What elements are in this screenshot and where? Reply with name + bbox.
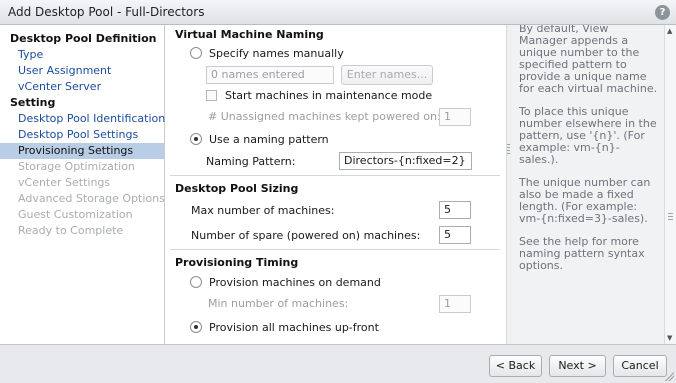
scroll-up-arrow-icon[interactable]: ▲ bbox=[667, 27, 672, 35]
sidebar-item-guest-customization: Guest Customization bbox=[18, 208, 133, 221]
unassigned-kept-on-label: # Unassigned machines kept powered on: bbox=[208, 110, 441, 123]
help-paragraph: See the help for more naming pattern syn… bbox=[519, 235, 645, 272]
maintenance-mode-checkbox[interactable] bbox=[206, 90, 217, 101]
sidebar-item-vcenter-server[interactable]: vCenter Server bbox=[0, 79, 164, 95]
cancel-button[interactable]: Cancel bbox=[613, 355, 667, 377]
sidebar-item-vcenter-settings: vCenter Settings bbox=[18, 176, 111, 189]
naming-pattern-input[interactable]: Directors-{n:fixed=2} bbox=[339, 152, 472, 170]
vm-naming-section-title: Virtual Machine Naming bbox=[175, 28, 324, 41]
use-naming-pattern-radio[interactable] bbox=[190, 133, 202, 145]
wizard-steps-sidebar: Desktop Pool Definition Type User Assign… bbox=[0, 25, 165, 344]
section-divider bbox=[170, 175, 500, 176]
provisioning-settings-form: Virtual Machine Naming Specify names man… bbox=[166, 25, 506, 344]
sidebar-item-desktop-pool-settings[interactable]: Desktop Pool Settings bbox=[0, 127, 164, 143]
max-machines-label: Max number of machines: bbox=[191, 204, 335, 217]
dialog-title: Add Desktop Pool - Full-Directors bbox=[8, 5, 205, 19]
provisioning-timing-section-title: Provisioning Timing bbox=[175, 256, 299, 269]
unassigned-kept-on-field[interactable]: 1 bbox=[439, 108, 471, 126]
scroll-down-arrow-icon[interactable]: ▼ bbox=[667, 334, 672, 342]
dialog-footer: < Back Next > Cancel bbox=[0, 344, 676, 383]
help-paragraph: To place this unique number elsewhere in… bbox=[519, 105, 657, 166]
max-machines-input[interactable]: 5 bbox=[439, 201, 471, 219]
provision-on-demand-label: Provision machines on demand bbox=[209, 276, 381, 289]
specify-names-manually-radio[interactable] bbox=[190, 47, 202, 59]
sidebar-item-user-assignment[interactable]: User Assignment bbox=[0, 63, 164, 79]
provision-upfront-radio[interactable] bbox=[190, 321, 202, 333]
use-naming-pattern-label: Use a naming pattern bbox=[209, 133, 329, 146]
sidebar-item-storage-optimization: Storage Optimization bbox=[18, 160, 135, 173]
sidebar-item-provisioning-settings[interactable]: Provisioning Settings bbox=[0, 143, 164, 159]
sidebar-item-desktop-pool-identification[interactable]: Desktop Pool Identification bbox=[0, 111, 165, 127]
resize-grip-icon[interactable] bbox=[664, 371, 674, 381]
provision-on-demand-radio[interactable] bbox=[190, 276, 202, 288]
help-scrollbar[interactable]: ▲ ▼ bbox=[664, 25, 676, 344]
names-entered-field[interactable]: 0 names entered bbox=[206, 66, 334, 84]
next-button[interactable]: Next > bbox=[549, 355, 606, 377]
help-panel: By default, View Manager appends a uniqu… bbox=[512, 25, 664, 344]
enter-names-button[interactable]: Enter names... bbox=[341, 65, 433, 85]
splitter-grip-icon[interactable] bbox=[507, 144, 510, 156]
naming-pattern-label: Naming Pattern: bbox=[206, 155, 296, 168]
back-button[interactable]: < Back bbox=[489, 355, 542, 377]
spare-machines-label: Number of spare (powered on) machines: bbox=[191, 229, 421, 242]
section-divider bbox=[170, 249, 500, 250]
min-machines-input[interactable]: 1 bbox=[439, 295, 471, 313]
pool-sizing-section-title: Desktop Pool Sizing bbox=[175, 182, 299, 195]
sidebar-item-advanced-storage-options: Advanced Storage Options bbox=[18, 192, 165, 205]
title-bar: Add Desktop Pool - Full-Directors ? bbox=[0, 0, 676, 25]
sidebar-heading-desktop-pool-definition: Desktop Pool Definition bbox=[10, 32, 157, 45]
sidebar-item-type[interactable]: Type bbox=[0, 47, 164, 63]
provision-upfront-label: Provision all machines up-front bbox=[209, 321, 379, 334]
sidebar-heading-setting: Setting bbox=[10, 96, 56, 109]
scroll-grip-icon[interactable] bbox=[668, 213, 673, 221]
spare-machines-input[interactable]: 5 bbox=[439, 226, 471, 244]
sidebar-item-ready-to-complete: Ready to Complete bbox=[18, 224, 124, 237]
help-paragraph: The unique number can also be made a fix… bbox=[519, 176, 651, 225]
help-icon[interactable]: ? bbox=[655, 5, 670, 20]
specify-names-manually-label: Specify names manually bbox=[209, 47, 344, 60]
maintenance-mode-label: Start machines in maintenance mode bbox=[225, 89, 433, 102]
min-machines-label: Min number of machines: bbox=[208, 297, 349, 310]
help-paragraph: By default, View Manager appends a uniqu… bbox=[519, 25, 658, 95]
